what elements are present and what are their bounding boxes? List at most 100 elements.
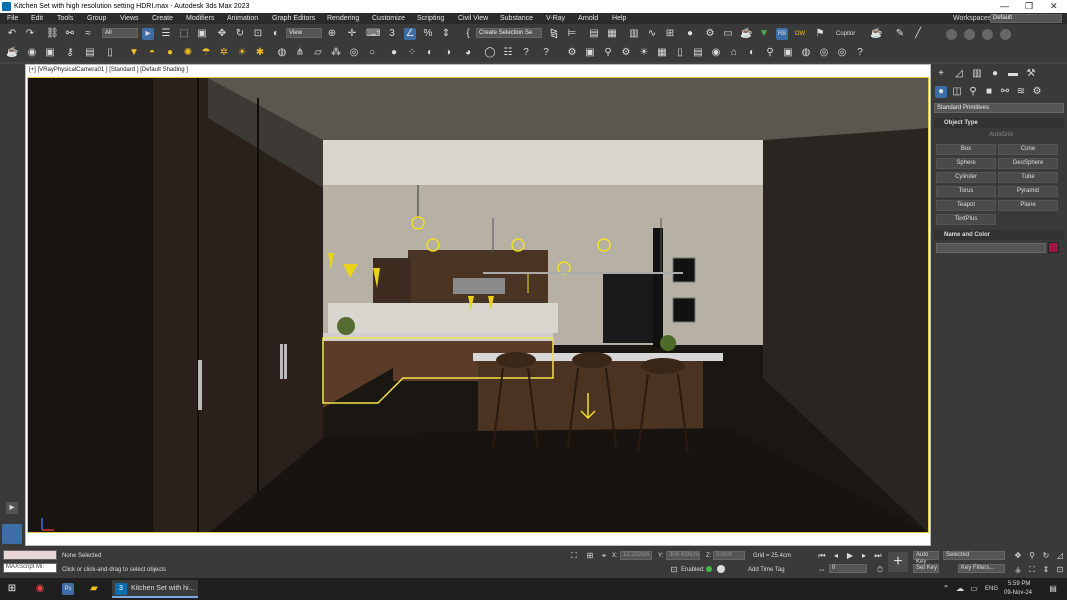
arnold-sky-icon[interactable]: ☀ bbox=[638, 47, 650, 59]
key-selection-dropdown[interactable]: Selected bbox=[943, 551, 1005, 560]
circle-tool-4-icon[interactable] bbox=[1000, 29, 1011, 40]
hierarchy-tab-icon[interactable]: ▥ bbox=[971, 68, 983, 80]
set-key-button[interactable]: Set Key bbox=[913, 564, 939, 573]
arnold-shader-icon[interactable]: ◉ bbox=[710, 47, 722, 59]
arnold-extra-icon[interactable]: ◎ bbox=[836, 47, 848, 59]
arnold-question-icon[interactable]: ? bbox=[854, 47, 866, 59]
menu-tools[interactable]: Tools bbox=[57, 15, 73, 22]
torus-button[interactable]: Torus bbox=[936, 186, 996, 197]
primitive-category-dropdown[interactable]: Standard Primitives bbox=[934, 103, 1064, 113]
link-icon[interactable]: ⛓ bbox=[46, 28, 59, 40]
name-and-color-header[interactable]: Name and Color bbox=[934, 230, 1064, 240]
menu-customize[interactable]: Customize bbox=[372, 15, 405, 22]
viewport-layout-toggle-icon[interactable]: ▸ bbox=[6, 502, 18, 514]
time-configuration-icon[interactable]: ⏱ bbox=[874, 564, 886, 576]
line-tool-icon[interactable]: ╱ bbox=[912, 28, 924, 40]
absolute-mode-icon[interactable]: ⌖ bbox=[598, 550, 610, 562]
render-iterative-icon[interactable]: ▼ bbox=[758, 28, 770, 40]
vray-scatter-icon[interactable]: ⁂ bbox=[330, 47, 342, 59]
vray-logo-icon[interactable]: ◕ bbox=[462, 47, 474, 59]
key-icon[interactable]: ⚷ bbox=[64, 47, 76, 59]
notification-icon[interactable]: ▤ bbox=[1047, 583, 1059, 595]
material-lib-icon[interactable]: ◑ bbox=[442, 47, 454, 59]
sphere-light-icon[interactable]: ● bbox=[164, 47, 176, 59]
align-icon[interactable]: ⊨ bbox=[566, 28, 578, 40]
arnold-bulb-icon[interactable]: ⚲ bbox=[764, 47, 776, 59]
arnold-render-icon[interactable]: ⚙ bbox=[566, 47, 578, 59]
angle-snap-icon[interactable]: ∠ bbox=[404, 28, 416, 40]
maxscript-mini-listener[interactable]: MAXScript Mi: bbox=[3, 563, 57, 573]
arnold-camera-icon[interactable]: ▣ bbox=[782, 47, 794, 59]
language-indicator[interactable]: ENG bbox=[985, 586, 998, 592]
minimize-button[interactable]: — bbox=[1000, 1, 1009, 11]
vray-proxy-icon[interactable]: ◍ bbox=[276, 47, 288, 59]
rendered-frame-window-icon[interactable]: ▭ bbox=[722, 28, 734, 40]
next-frame-icon[interactable]: ▸ bbox=[858, 550, 870, 562]
previous-frame-icon[interactable]: ◂ bbox=[830, 550, 842, 562]
camera-viewport-scene[interactable] bbox=[27, 77, 929, 533]
textplus-button[interactable]: TextPlus bbox=[936, 214, 996, 225]
select-object-icon[interactable]: ▸ bbox=[142, 28, 154, 40]
menu-help[interactable]: Help bbox=[612, 15, 626, 22]
clock-date[interactable]: 09-Nov-24 bbox=[1004, 590, 1032, 596]
key-filters-button[interactable]: Key Filters... bbox=[958, 564, 1005, 573]
arnold-help-icon[interactable]: ◐ bbox=[746, 47, 758, 59]
multi-material-icon[interactable]: ⁘ bbox=[406, 47, 418, 59]
ow-button[interactable]: OW bbox=[794, 28, 806, 40]
orbit-icon[interactable]: ↻ bbox=[1040, 550, 1052, 562]
keyboard-shortcut-override-icon[interactable]: ⌨ bbox=[366, 28, 380, 40]
select-manipulate-icon[interactable]: ✛ bbox=[346, 28, 358, 40]
geometry-icon[interactable]: ● bbox=[935, 86, 947, 98]
key-mode-toggle-icon[interactable]: ⇔ bbox=[816, 564, 828, 576]
mesh-light-icon[interactable]: ✺ bbox=[182, 47, 194, 59]
arnold-mesh-icon[interactable]: ▦ bbox=[656, 47, 668, 59]
unlink-icon[interactable]: ⚯ bbox=[64, 28, 76, 40]
render-setup-icon[interactable]: ⚙ bbox=[704, 28, 716, 40]
menu-graph-editors[interactable]: Graph Editors bbox=[272, 15, 315, 22]
current-frame-field[interactable]: 0 bbox=[829, 564, 867, 573]
sphere-button[interactable]: Sphere bbox=[936, 158, 996, 169]
layer-explorer-icon[interactable]: ▦ bbox=[606, 28, 618, 40]
teapot-icon[interactable]: ☕ bbox=[870, 28, 882, 40]
rectangular-selection-icon[interactable]: ⬚ bbox=[178, 28, 190, 40]
photoshop-icon[interactable]: Ps bbox=[62, 583, 74, 595]
spotlight-icon[interactable]: ▼ bbox=[128, 47, 140, 59]
zoom-extents-icon[interactable]: ⛶ bbox=[1026, 564, 1038, 576]
arnold-settings-icon[interactable]: ⚙ bbox=[620, 47, 632, 59]
pencil-icon[interactable]: ✎ bbox=[894, 28, 906, 40]
batch-icon[interactable]: ▤ bbox=[84, 47, 96, 59]
listener-mini-input[interactable] bbox=[3, 550, 57, 560]
zoom-icon[interactable]: ⚲ bbox=[1026, 550, 1038, 562]
circle-tool-3-icon[interactable] bbox=[982, 29, 993, 40]
vray-sphere-icon[interactable]: ○ bbox=[366, 47, 378, 59]
cameras-icon[interactable]: ■ bbox=[983, 86, 995, 98]
menu-civil-view[interactable]: Civil View bbox=[458, 15, 488, 22]
arnold-ipr-icon[interactable]: ▣ bbox=[584, 47, 596, 59]
windows-start-icon[interactable]: ⊞ bbox=[6, 583, 18, 595]
save-icon[interactable]: ▯ bbox=[104, 47, 116, 59]
systems-icon[interactable]: ⚙ bbox=[1031, 86, 1043, 98]
menu-group[interactable]: Group bbox=[87, 15, 106, 22]
vray-lister-icon[interactable]: ☷ bbox=[502, 47, 514, 59]
autogrid-checkbox[interactable]: AutoGrid bbox=[989, 132, 1013, 138]
select-scale-icon[interactable]: ⊡ bbox=[252, 28, 264, 40]
auto-key-button[interactable]: Auto Key bbox=[913, 551, 939, 565]
object-type-header[interactable]: Object Type bbox=[934, 118, 1064, 128]
selection-lock-icon[interactable]: ⊞ bbox=[584, 550, 596, 562]
field-of-view-icon[interactable]: ◿ bbox=[1054, 550, 1066, 562]
select-rotate-icon[interactable]: ↻ bbox=[234, 28, 246, 40]
enabled-status-dot[interactable] bbox=[706, 566, 712, 572]
dolly-icon[interactable]: ⇕ bbox=[1040, 564, 1052, 576]
z-coordinate-field[interactable]: 0.0cm bbox=[713, 551, 745, 560]
select-move-icon[interactable]: ✥ bbox=[216, 28, 228, 40]
vray-vfb-icon[interactable]: ◯ bbox=[484, 47, 496, 59]
rb-button[interactable]: RB bbox=[776, 28, 788, 40]
mirror-icon[interactable]: ⧎ bbox=[548, 28, 560, 40]
motion-tab-icon[interactable]: ● bbox=[989, 68, 1001, 80]
vray-plane-icon[interactable]: ▱ bbox=[312, 47, 324, 59]
vray-help-icon[interactable]: ? bbox=[540, 47, 552, 59]
box-button[interactable]: Box bbox=[936, 144, 996, 155]
object-name-input[interactable] bbox=[936, 243, 1046, 253]
menu-arnold[interactable]: Arnold bbox=[578, 15, 598, 22]
redo-icon[interactable]: ↷ bbox=[24, 28, 36, 40]
